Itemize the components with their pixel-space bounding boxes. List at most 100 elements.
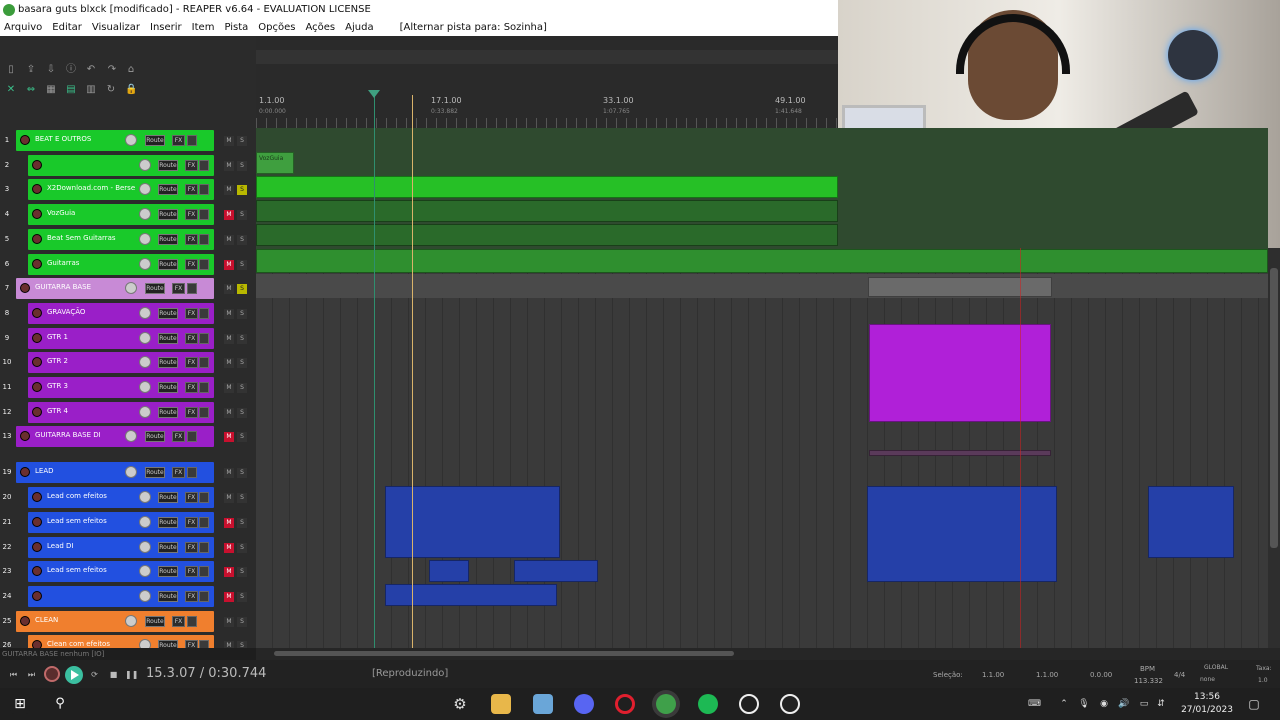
fx-button[interactable]: FX [185,332,198,344]
route-button[interactable]: Route [158,406,178,418]
mute-button[interactable]: M [224,308,234,319]
region-marker-lane[interactable] [256,50,838,64]
route-button[interactable]: Route [158,307,178,319]
mute-button[interactable]: M [224,160,234,171]
track-row[interactable]: 1 BEAT E OUTROS Route FX M S [0,130,256,154]
fx-button[interactable]: FX [185,566,198,578]
open-project-icon[interactable]: ⇪ [25,64,37,76]
track-row[interactable]: 5 Beat Sem Guitarras Route FX M S [0,228,256,253]
volume-knob[interactable] [125,614,137,627]
volume-knob[interactable] [139,491,151,504]
menu-ajuda[interactable]: Ajuda [345,20,373,36]
io-button[interactable] [187,431,197,443]
item-vozguia-small[interactable]: VozGuia [256,152,294,174]
track-name[interactable]: LEAD [35,467,54,475]
record-arm-button[interactable] [32,640,42,648]
mute-button[interactable]: M [224,567,234,578]
fx-button[interactable]: FX [172,431,185,443]
io-button[interactable] [199,307,209,319]
mute-button[interactable]: M [224,259,234,270]
track-row[interactable]: 21 Lead sem efeitos Route FX M S [0,511,256,536]
track-row[interactable]: 24 Route FX M S [0,585,256,610]
volume-knob[interactable] [139,331,151,344]
obs-icon[interactable] [780,694,800,714]
none-label[interactable]: none [1200,676,1215,683]
undo-icon[interactable]: ↶ [85,64,97,76]
route-button[interactable]: Route [158,516,178,528]
track-name[interactable]: GTR 1 [47,333,68,341]
solo-button[interactable]: S [237,493,247,504]
notifications-icon[interactable]: ▢ [1248,698,1260,710]
selection-start[interactable]: 1.1.00 [982,671,1004,679]
record-arm-button[interactable] [32,590,42,601]
track-row[interactable]: 2 Route FX M S [0,154,256,179]
io-button[interactable] [199,406,209,418]
track-row[interactable]: 12 GTR 4 Route FX M S [0,401,256,426]
fx-button[interactable]: FX [172,615,185,627]
transport-position[interactable]: 15.3.07 / 0:30.744 [146,666,266,681]
route-button[interactable]: Route [158,382,178,393]
volume-knob[interactable] [139,639,151,648]
item-gtr-group[interactable] [869,324,1051,422]
volume-knob[interactable] [139,257,151,270]
go-to-end-icon[interactable]: ⏭ [26,669,37,680]
item-vozguia[interactable] [256,200,838,222]
new-project-icon[interactable]: ▯ [5,64,17,76]
track-name[interactable]: Lead sem efeitos [47,517,107,525]
fx-button[interactable]: FX [172,135,185,146]
route-button[interactable]: Route [158,184,178,196]
track-name[interactable]: CLEAN [35,616,58,624]
io-button[interactable] [187,467,197,479]
record-arm-button[interactable] [32,307,42,318]
solo-button[interactable]: S [237,308,247,319]
volume-knob[interactable] [139,405,151,418]
notes-app-icon[interactable] [533,694,553,714]
redo-icon[interactable]: ↷ [106,64,118,76]
track-row[interactable]: 22 Lead DI Route FX M S [0,536,256,561]
menu-inserir[interactable]: Inserir [150,20,182,36]
track-name[interactable]: VozGuia [47,209,75,217]
arrange-view[interactable]: VozGuia [256,128,1268,648]
solo-button[interactable]: S [237,567,247,578]
io-button[interactable] [199,258,209,270]
route-button[interactable]: Route [158,357,178,369]
mute-button[interactable]: M [224,333,234,344]
item-grouping-icon[interactable]: ▤ [65,84,77,96]
tray-expand-icon[interactable]: ⌃ [1058,699,1070,709]
track-row[interactable]: 8 GRAVAÇÃO Route FX M S [0,302,256,327]
fx-button[interactable]: FX [185,541,198,553]
fx-button[interactable]: FX [185,357,198,369]
route-button[interactable]: Route [145,467,165,479]
mute-button[interactable]: M [224,616,234,627]
track-name[interactable]: GTR 4 [47,407,68,415]
menu-editar[interactable]: Editar [52,20,82,36]
solo-button[interactable]: S [237,284,247,295]
solo-button[interactable]: S [237,641,247,648]
fx-button[interactable]: FX [185,258,198,270]
vertical-scrollbar[interactable] [1268,248,1280,648]
io-button[interactable] [199,209,209,221]
route-button[interactable]: Route [158,640,178,648]
record-arm-button[interactable] [32,258,42,269]
mute-button[interactable]: M [224,641,234,648]
track-name[interactable]: GTR 2 [47,357,68,365]
solo-button[interactable]: S [237,468,247,479]
ripple-edit-icon[interactable]: ⇔ [25,84,37,96]
record-arm-button[interactable] [32,406,42,417]
volume-knob[interactable] [139,306,151,319]
save-project-icon[interactable]: ⇩ [45,64,57,76]
solo-button[interactable]: S [237,542,247,553]
solo-button[interactable]: S [237,383,247,393]
volume-knob[interactable] [139,381,151,393]
fx-button[interactable]: FX [172,467,185,479]
record-arm-button[interactable] [32,516,42,527]
track-name[interactable]: GTR 3 [47,382,68,390]
spotify-icon[interactable] [698,694,718,714]
solo-button[interactable]: S [237,432,247,443]
lane-guitarra-base[interactable] [256,274,1268,298]
microphone-tray-icon[interactable]: 🎙 [1078,699,1090,709]
menu-acoes[interactable]: Ações [306,20,336,36]
battery-tray-icon[interactable]: ▭ [1138,699,1150,709]
item-guitarra-base-di[interactable] [869,450,1051,456]
mute-button[interactable]: M [224,234,234,245]
